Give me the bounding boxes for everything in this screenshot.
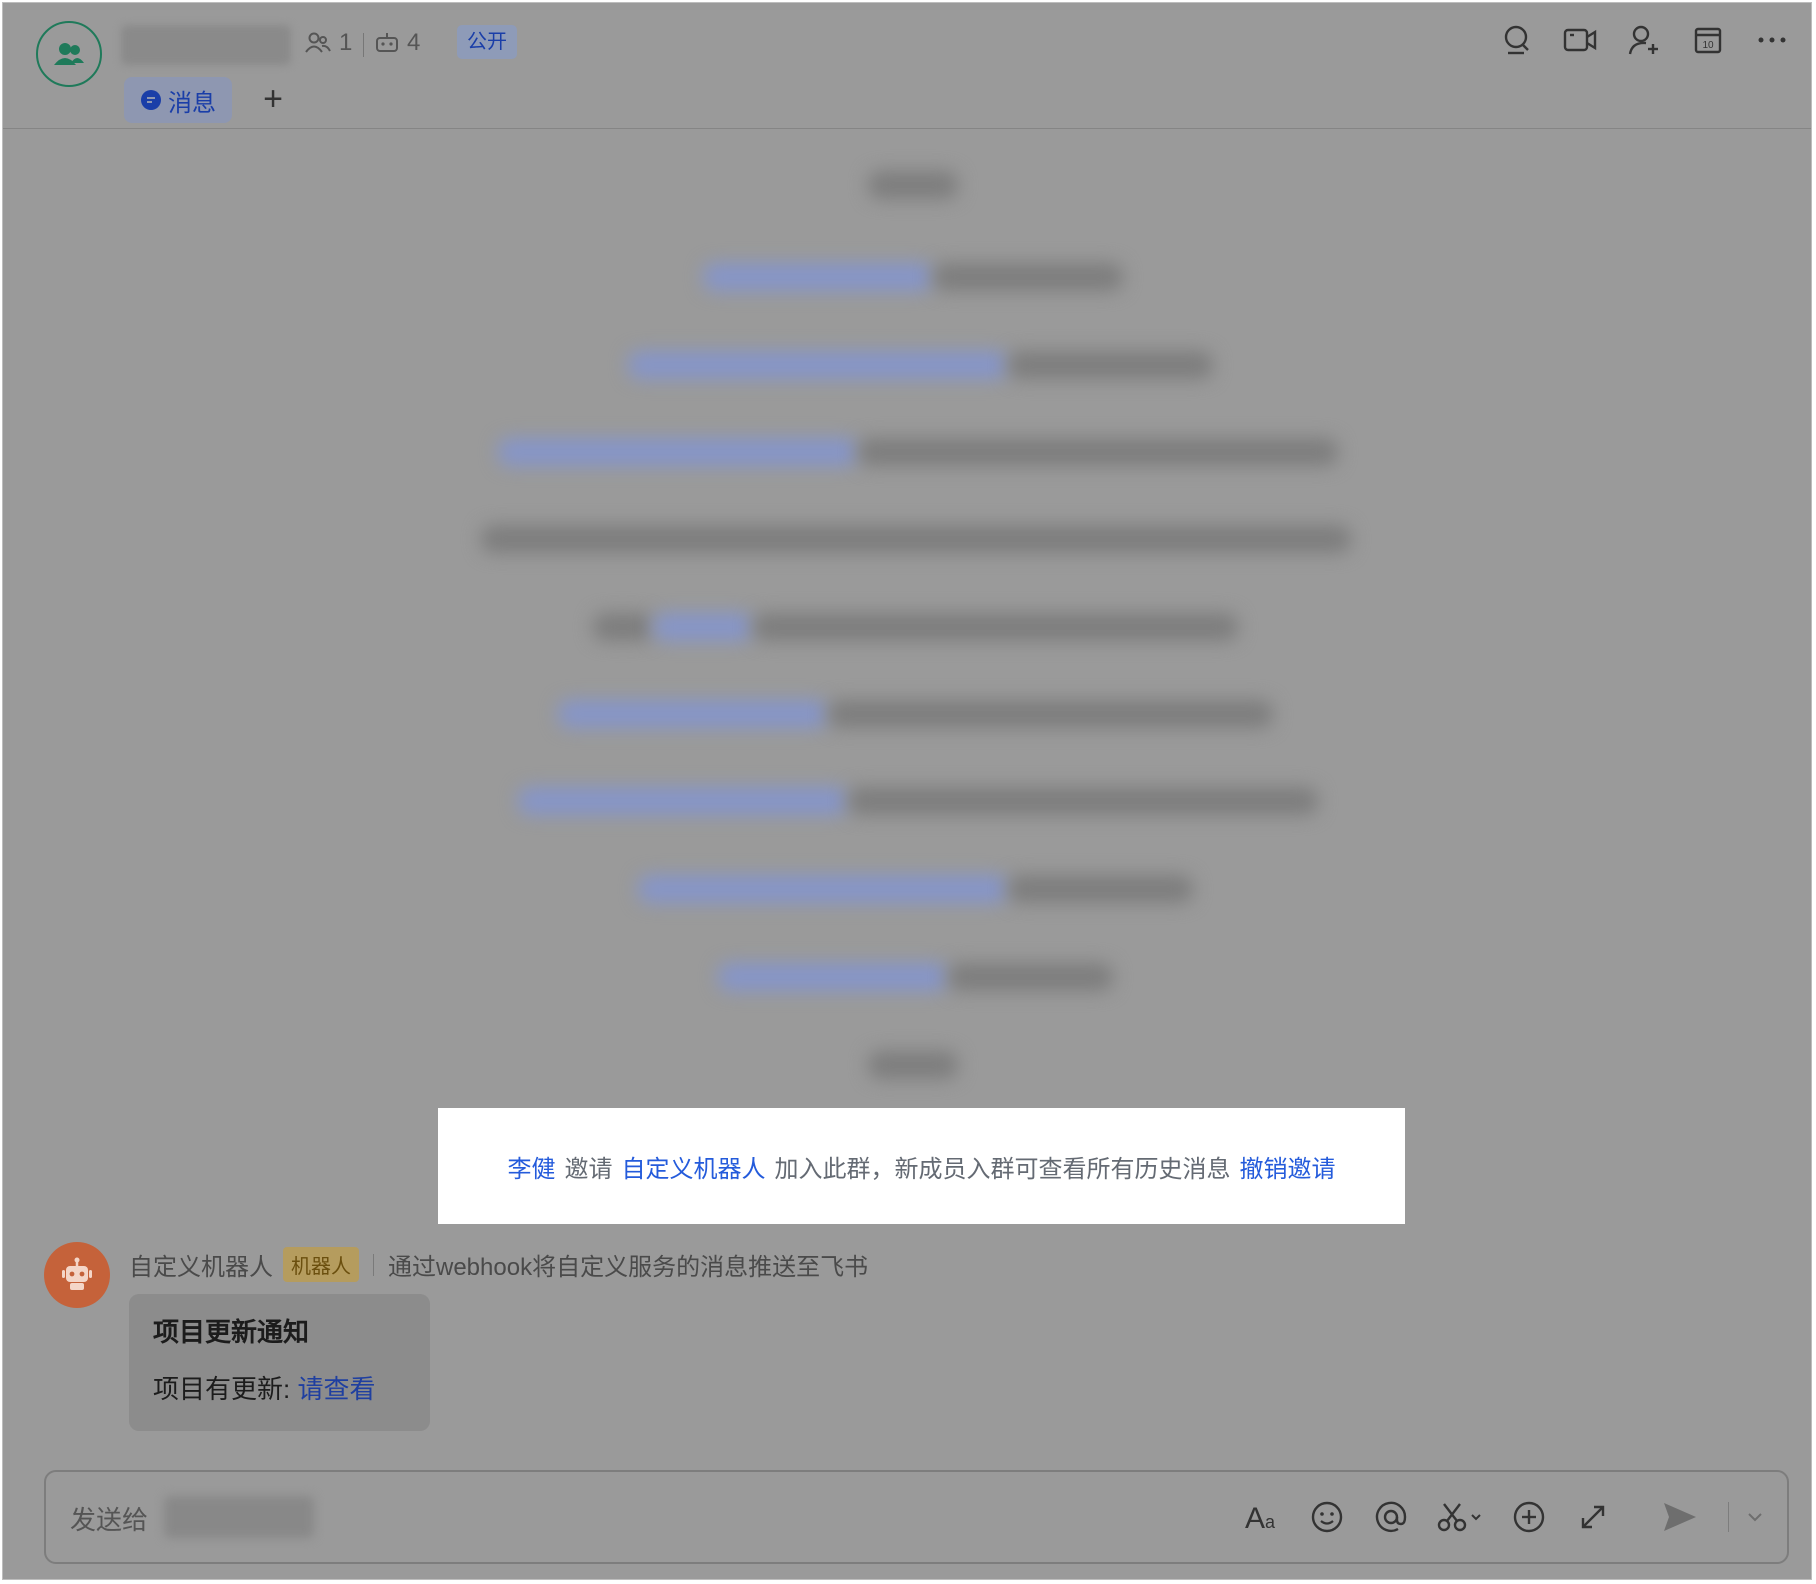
- bot-count-value: 4: [407, 29, 421, 56]
- card-body: 项目有更新: 请查看: [153, 1369, 406, 1406]
- send-icon[interactable]: [1658, 1498, 1702, 1536]
- inviter-link[interactable]: 李健: [508, 1149, 556, 1184]
- emoji-icon[interactable]: [1308, 1498, 1346, 1536]
- card-title: 项目更新通知: [153, 1317, 310, 1347]
- message-composer[interactable]: 发送给 Aa: [44, 1470, 1789, 1564]
- composer-toolbar: Aa: [1244, 1498, 1765, 1536]
- screenshot-icon[interactable]: [1436, 1498, 1484, 1536]
- chat-window: 1 4 公开 10 消息 + 李健 邀请 自定义机器人 加入此群，新成员入群可查…: [2, 2, 1812, 1580]
- message-icon: [141, 90, 161, 110]
- notice-verb: 邀请: [564, 1155, 613, 1183]
- bot-tag-badge: 机器人: [283, 1247, 359, 1282]
- add-icon[interactable]: [1510, 1498, 1548, 1536]
- text-format-icon[interactable]: Aa: [1244, 1498, 1282, 1536]
- public-badge: 公开: [457, 25, 517, 59]
- svg-text:10: 10: [1702, 40, 1714, 51]
- divider: [373, 1253, 374, 1276]
- group-icon: [54, 43, 84, 65]
- svg-text:a: a: [1265, 1512, 1276, 1532]
- add-member-icon[interactable]: [1627, 23, 1661, 57]
- divider: [363, 33, 364, 57]
- bot-avatar[interactable]: [44, 1242, 110, 1308]
- calendar-icon[interactable]: 10: [1691, 23, 1725, 57]
- composer-placeholder[interactable]: 发送给: [70, 1500, 148, 1537]
- bot-sender-name[interactable]: 自定义机器人: [129, 1247, 273, 1282]
- bot-count[interactable]: 4: [375, 29, 420, 57]
- add-tab-button[interactable]: +: [255, 81, 291, 117]
- robot-icon: [62, 1257, 92, 1290]
- tab-messages[interactable]: 消息: [124, 77, 232, 123]
- header-actions: 10: [1499, 23, 1789, 57]
- system-invite-notice: 李健 邀请 自定义机器人 加入此群，新成员入群可查看所有历史消息 撤销邀请: [438, 1108, 1405, 1224]
- group-name-redacted: [121, 25, 291, 65]
- more-icon[interactable]: [1755, 23, 1789, 57]
- group-avatar[interactable]: [36, 21, 102, 87]
- bot-message-header: 自定义机器人 机器人 通过webhook将自定义服务的消息推送至飞书: [129, 1247, 868, 1282]
- card-view-link[interactable]: 请查看: [297, 1374, 375, 1404]
- chat-header: 1 4 公开 10 消息 +: [3, 3, 1811, 129]
- mention-icon[interactable]: [1372, 1498, 1410, 1536]
- invitee-link[interactable]: 自定义机器人: [622, 1149, 766, 1184]
- member-count-value: 1: [339, 29, 353, 56]
- expand-icon[interactable]: [1574, 1498, 1612, 1536]
- svg-text:A: A: [1245, 1502, 1265, 1532]
- chevron-down-icon[interactable]: [1745, 1498, 1765, 1536]
- card-body-text: 项目有更新:: [153, 1374, 291, 1404]
- search-icon[interactable]: [1499, 23, 1533, 57]
- bot-description: 通过webhook将自定义服务的消息推送至飞书: [388, 1254, 869, 1281]
- revoke-invite-link[interactable]: 撤销邀请: [1240, 1149, 1336, 1184]
- tab-messages-label: 消息: [168, 89, 216, 117]
- message-card[interactable]: 项目更新通知 项目有更新: 请查看: [129, 1294, 430, 1431]
- recipient-redacted: [164, 1496, 314, 1538]
- video-call-icon[interactable]: [1563, 23, 1597, 57]
- members-icon: [305, 32, 331, 53]
- member-count[interactable]: 1: [305, 29, 352, 57]
- bot-icon: [376, 33, 398, 52]
- divider: [1728, 1502, 1729, 1532]
- notice-message: 加入此群，新成员入群可查看所有历史消息: [774, 1155, 1231, 1183]
